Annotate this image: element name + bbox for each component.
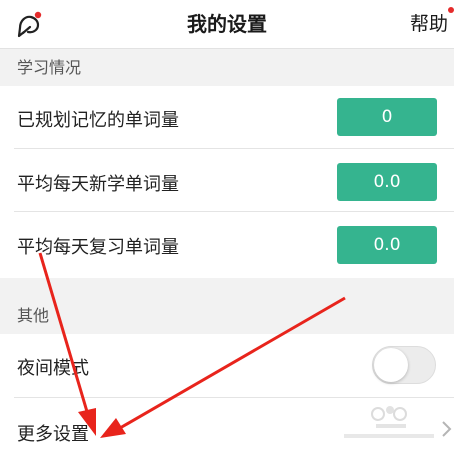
daily-review-words-value-button[interactable]: 0.0 <box>337 226 437 264</box>
header-bar: 我的设置 帮助 <box>0 0 454 49</box>
row-more-settings[interactable]: 更多设置 <box>0 398 454 458</box>
row-night-mode: 夜间模式 <box>0 334 454 398</box>
row-label: 平均每天复习单词量 <box>17 237 179 258</box>
planned-words-value-button[interactable]: 0 <box>337 98 437 136</box>
row-label: 已规划记忆的单词量 <box>17 110 179 131</box>
row-label: 更多设置 <box>17 424 89 445</box>
night-mode-toggle[interactable] <box>372 346 436 384</box>
row-daily-new-words: 平均每天新学单词量 0.0 <box>0 149 454 212</box>
chevron-right-icon <box>441 420 453 442</box>
row-label: 平均每天新学单词量 <box>17 174 179 195</box>
help-button[interactable]: 帮助 <box>410 9 448 36</box>
row-daily-review-words: 平均每天复习单词量 0.0 <box>0 212 454 278</box>
section-title-other: 其他 <box>0 278 454 334</box>
row-label: 夜间模式 <box>17 358 89 379</box>
section-title-study: 学习情况 <box>0 49 454 86</box>
row-planned-words: 已规划记忆的单词量 0 <box>0 86 454 149</box>
daily-new-words-value-button[interactable]: 0.0 <box>337 163 437 201</box>
page-title: 我的设置 <box>187 12 267 36</box>
help-notification-dot <box>448 7 454 13</box>
toggle-knob <box>374 348 408 382</box>
